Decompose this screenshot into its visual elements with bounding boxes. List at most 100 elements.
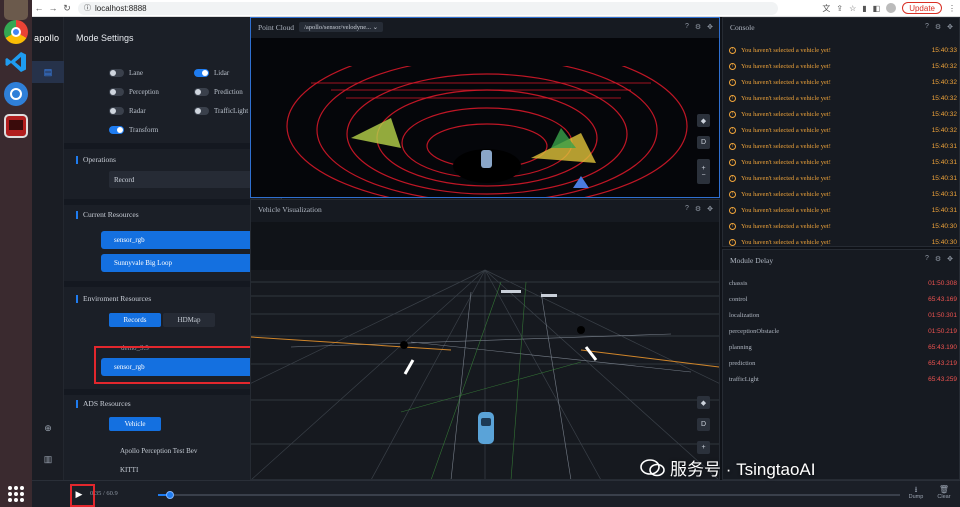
- reload-icon[interactable]: ↻: [60, 3, 74, 14]
- gear-icon[interactable]: ⚙: [695, 23, 701, 31]
- operations-value: Record: [114, 175, 135, 184]
- console-message: You haven't selected a vehicle yet!: [741, 79, 831, 86]
- console-row: ! You haven't selected a vehicle yet! 15:4…: [729, 171, 957, 186]
- share-icon[interactable]: ⇪: [836, 4, 843, 13]
- forward-icon[interactable]: →: [46, 3, 60, 13]
- playback-progress[interactable]: [158, 491, 900, 499]
- playback-time: 0.35 / 60.9: [90, 490, 118, 497]
- add-panel-nav-icon[interactable]: ⊕: [32, 417, 64, 439]
- gear-icon[interactable]: ⚙: [695, 205, 701, 213]
- operations-select[interactable]: Record ⌄: [109, 171, 270, 188]
- console-time: 15:40:31: [931, 191, 957, 198]
- layer-toggle-prediction[interactable]: Prediction: [194, 88, 243, 96]
- console-row: ! You haven't selected a vehicle yet! 15:4…: [729, 59, 957, 74]
- console-row: ! You haven't selected a vehicle yet! 15:4…: [729, 123, 957, 138]
- vehicle-viz-canvas[interactable]: [251, 222, 719, 480]
- layer-toggle-lidar[interactable]: Lidar: [194, 69, 229, 77]
- drag-icon[interactable]: ✥: [707, 23, 713, 31]
- address-bar[interactable]: ⓘ localhost:8888: [78, 1, 778, 15]
- module-delay-title: Module Delay: [730, 255, 774, 265]
- zoom-in-icon[interactable]: +: [701, 165, 705, 172]
- back-icon[interactable]: ←: [32, 3, 46, 13]
- translate-icon[interactable]: 文: [822, 3, 830, 14]
- console-time: 15:40:30: [931, 223, 957, 230]
- mode-settings-nav-icon[interactable]: ▤: [32, 61, 64, 83]
- layout-nav-icon[interactable]: ▥: [32, 448, 64, 470]
- view-mode-button[interactable]: D: [697, 136, 710, 149]
- toggle-switch[interactable]: [194, 107, 209, 115]
- vehicle-visualization-panel: Vehicle Visualization ? ⚙ ✥ ◆ D +: [250, 199, 720, 480]
- console-time: 15:40:31: [931, 143, 957, 150]
- files-icon[interactable]: [4, 0, 28, 20]
- dump-label: Dump: [908, 494, 924, 500]
- bookmark-star-icon[interactable]: ☆: [849, 4, 856, 13]
- vehicle-item[interactable]: Apollo Perception Test Bev: [120, 447, 197, 455]
- zoom-control[interactable]: + −: [697, 159, 710, 184]
- console-message: You haven't selected a vehicle yet!: [741, 175, 831, 182]
- console-time: 15:40:32: [931, 111, 957, 118]
- app-nav: apollo ▤ ⊕ ▥ ◉: [32, 17, 64, 507]
- app-grid-icon[interactable]: [8, 486, 24, 502]
- console-message: You haven't selected a vehicle yet!: [741, 63, 831, 70]
- layer-toggle-transform[interactable]: Transform: [109, 126, 158, 134]
- help-icon[interactable]: ?: [685, 205, 689, 213]
- update-button[interactable]: Update: [902, 2, 942, 14]
- zoom-out-icon[interactable]: −: [701, 172, 705, 179]
- chrome-icon[interactable]: [4, 20, 28, 44]
- help-icon[interactable]: ?: [925, 23, 929, 31]
- tab-hdmap[interactable]: HDMap: [163, 313, 215, 327]
- module-delay-value: 01:50.308: [928, 280, 957, 287]
- vscode-icon[interactable]: [4, 50, 28, 74]
- gear-icon[interactable]: ⚙: [935, 23, 941, 31]
- layer-toggle-lane[interactable]: Lane: [109, 69, 143, 77]
- info-icon[interactable]: ⓘ: [84, 3, 91, 13]
- view-mode-button[interactable]: D: [697, 418, 710, 431]
- layer-toggle-perception[interactable]: Perception: [109, 88, 159, 96]
- console-time: 15:40:30: [931, 239, 957, 246]
- warning-icon: !: [729, 143, 736, 150]
- layer-toggle-trafficlight[interactable]: TrafficLight: [194, 107, 248, 115]
- help-icon[interactable]: ?: [925, 255, 929, 263]
- module-delay-row: chassis 01:50.308: [729, 276, 957, 291]
- apollo-logo: apollo: [34, 33, 60, 43]
- layer-label: Prediction: [214, 88, 243, 96]
- drag-icon[interactable]: ✥: [947, 255, 953, 263]
- toggle-switch[interactable]: [109, 69, 124, 77]
- profile-avatar[interactable]: [886, 3, 897, 13]
- browser-toolbar: ← → ↻ ⓘ localhost:8888 文 ⇪ ☆ ▮ ◧ Update …: [32, 0, 960, 17]
- toggle-switch[interactable]: [109, 88, 124, 96]
- module-delay-header: Module Delay: [723, 250, 959, 270]
- module-name: trafficLight: [729, 376, 759, 383]
- menu-kebab-icon[interactable]: ⋮: [948, 4, 956, 13]
- progress-handle[interactable]: [165, 491, 174, 499]
- console-message: You haven't selected a vehicle yet!: [741, 95, 831, 102]
- clear-button[interactable]: 🗑 Clear: [933, 486, 955, 501]
- console-header: Console: [723, 18, 959, 36]
- console-message: You haven't selected a vehicle yet!: [741, 191, 831, 198]
- layer-toggle-icon[interactable]: ◆: [697, 396, 710, 409]
- console-time: 15:40:33: [931, 47, 957, 54]
- channel-select[interactable]: /apollo/sensor/velodyne... ⌄: [299, 22, 384, 32]
- extensions-icon[interactable]: ▮: [862, 4, 866, 13]
- software-updater-icon[interactable]: [4, 82, 28, 106]
- toggle-switch[interactable]: [109, 126, 124, 134]
- dump-button[interactable]: ⭳ Dump: [905, 486, 927, 501]
- side-panel-icon[interactable]: ◧: [873, 4, 881, 13]
- zoom-in-icon[interactable]: +: [697, 441, 710, 454]
- help-icon[interactable]: ?: [685, 23, 689, 31]
- point-cloud-canvas[interactable]: [251, 38, 719, 198]
- tab-vehicle[interactable]: Vehicle: [109, 417, 161, 431]
- gear-icon[interactable]: ⚙: [935, 255, 941, 263]
- drag-icon[interactable]: ✥: [947, 23, 953, 31]
- channel-value: /apollo/sensor/velodyne...: [304, 24, 372, 31]
- tab-records[interactable]: Records: [109, 313, 161, 327]
- layer-toggle-radar[interactable]: Radar: [109, 107, 146, 115]
- warning-icon: !: [729, 79, 736, 86]
- terminal-icon[interactable]: [4, 114, 28, 138]
- toggle-switch[interactable]: [194, 69, 209, 77]
- toggle-switch[interactable]: [194, 88, 209, 96]
- vehicle-item[interactable]: KITTI: [120, 466, 138, 474]
- toggle-switch[interactable]: [109, 107, 124, 115]
- layer-toggle-icon[interactable]: ◆: [697, 114, 710, 127]
- drag-icon[interactable]: ✥: [707, 205, 713, 213]
